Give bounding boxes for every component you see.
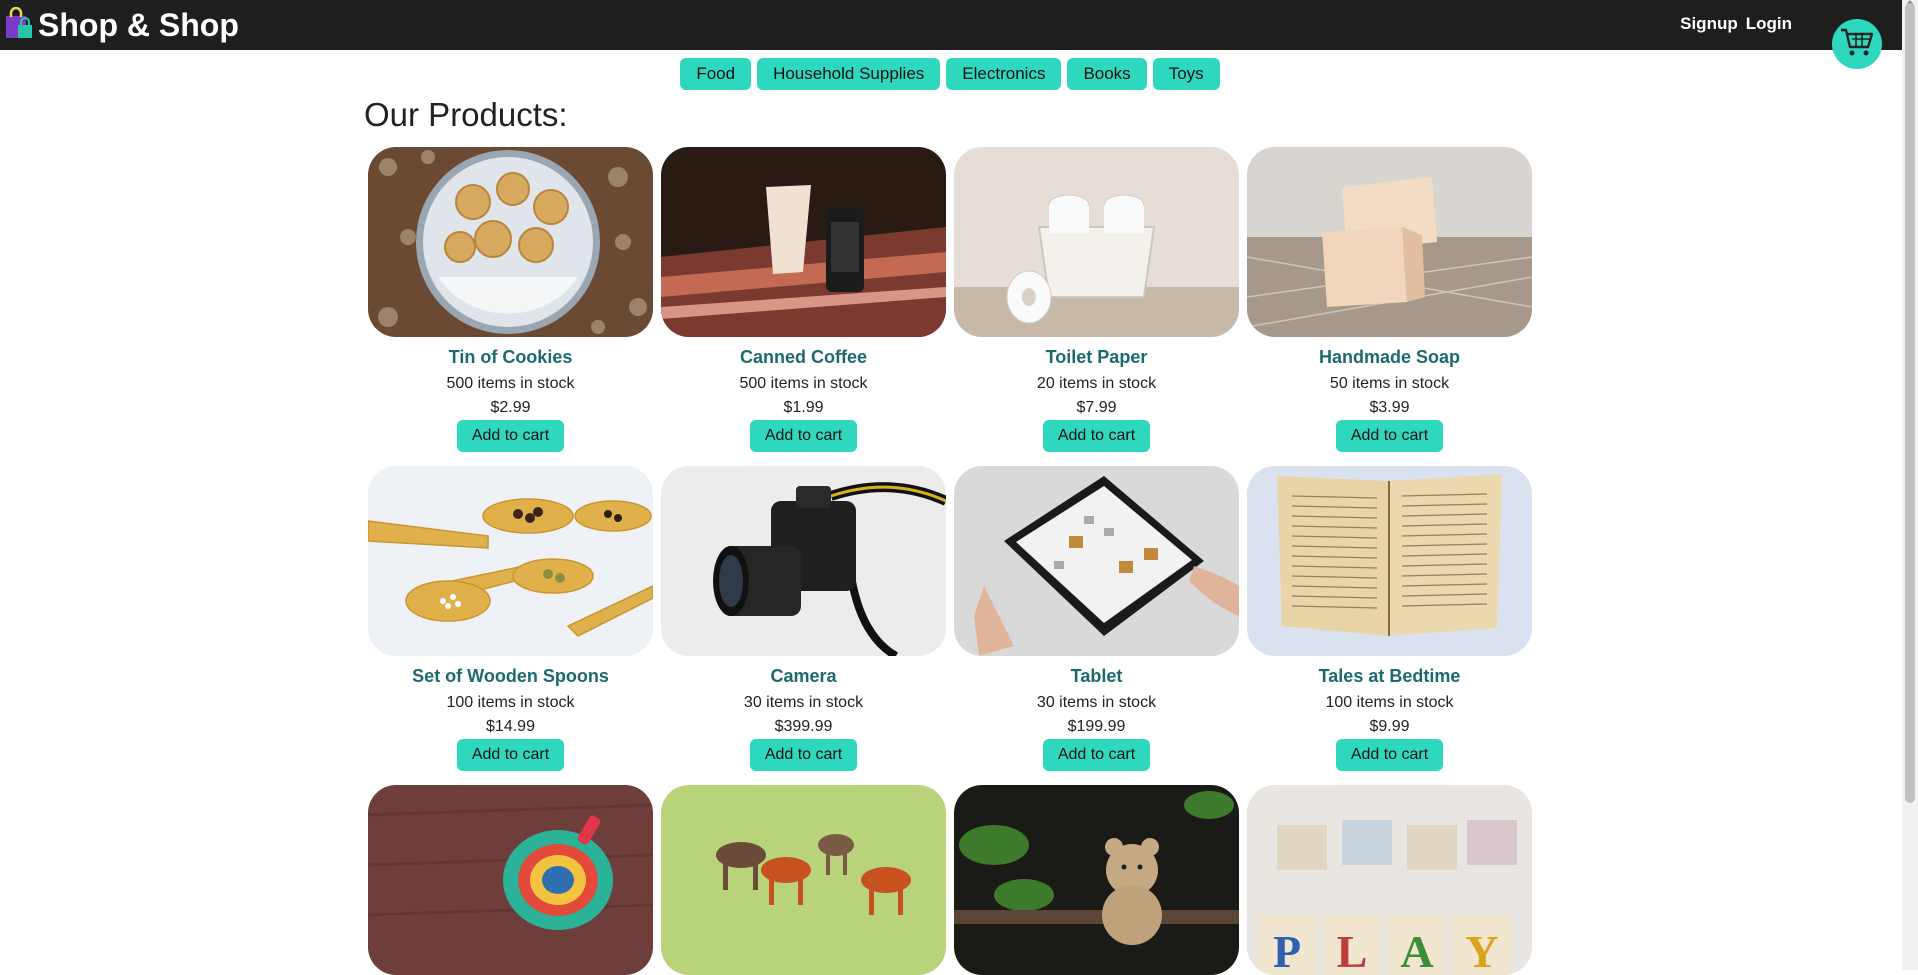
category-food-button[interactable]: Food	[680, 58, 752, 90]
product-image-play-blocks[interactable]: P L A Y	[1247, 785, 1532, 975]
category-bar: Food Household Supplies Electronics Book…	[0, 58, 1900, 90]
product-price: $1.99	[783, 399, 824, 416]
add-to-cart-button[interactable]: Add to cart	[749, 420, 858, 452]
product-image-toilet-paper[interactable]	[954, 147, 1239, 337]
brand-name: Shop & Shop	[38, 7, 239, 43]
product-image-wooden-spoons[interactable]	[368, 466, 653, 656]
product-image-tablet[interactable]	[954, 466, 1239, 656]
category-books-button[interactable]: Books	[1067, 58, 1147, 90]
product-image-book[interactable]	[1247, 466, 1532, 656]
product-grid: Tin of Cookies 500 items in stock $2.99 …	[368, 147, 1540, 975]
product-card: Tablet 30 items in stock $199.99 Add to …	[954, 466, 1239, 785]
block-letter-l: L	[1337, 926, 1368, 975]
product-title[interactable]: Toilet Paper	[954, 345, 1239, 369]
product-image-spinning-top[interactable]	[368, 785, 653, 975]
product-stock: 30 items in stock	[743, 694, 864, 711]
product-card: Toilet Paper 20 items in stock $7.99 Add…	[954, 147, 1239, 466]
product-title[interactable]: Camera	[661, 664, 946, 688]
signup-link[interactable]: Signup	[1680, 14, 1738, 34]
top-navbar: Shop & Shop Signup Login	[0, 0, 1918, 50]
product-image-handmade-soap[interactable]	[1247, 147, 1532, 337]
block-letter-y: Y	[1465, 926, 1498, 975]
product-card: Tin of Cookies 500 items in stock $2.99 …	[368, 147, 653, 466]
product-card: Camera 30 items in stock $399.99 Add to …	[661, 466, 946, 785]
add-to-cart-button[interactable]: Add to cart	[456, 739, 565, 771]
product-card: Set of Wooden Spoons 100 items in stock …	[368, 466, 653, 785]
product-card: Handmade Soap 50 items in stock $3.99 Ad…	[1247, 147, 1532, 466]
add-to-cart-button[interactable]: Add to cart	[1335, 739, 1444, 771]
block-letter-a: A	[1400, 926, 1433, 975]
brand-link[interactable]: Shop & Shop	[4, 6, 239, 44]
product-stock: 500 items in stock	[446, 375, 575, 392]
product-stock: 100 items in stock	[1325, 694, 1454, 711]
product-image-canned-coffee[interactable]	[661, 147, 946, 337]
product-card	[368, 785, 653, 975]
product-stock: 20 items in stock	[1036, 375, 1157, 392]
product-stock: 30 items in stock	[1036, 694, 1157, 711]
category-toys-button[interactable]: Toys	[1152, 58, 1220, 90]
product-price: $14.99	[486, 718, 535, 735]
product-price: $399.99	[774, 718, 833, 735]
product-image-teddy-bear[interactable]	[954, 785, 1239, 975]
add-to-cart-button[interactable]: Add to cart	[1335, 420, 1444, 452]
product-price: $199.99	[1067, 718, 1126, 735]
product-price: $3.99	[1369, 399, 1410, 416]
login-link[interactable]: Login	[1746, 14, 1792, 34]
add-to-cart-button[interactable]: Add to cart	[1042, 739, 1151, 771]
add-to-cart-button[interactable]: Add to cart	[456, 420, 565, 452]
product-title[interactable]: Set of Wooden Spoons	[368, 664, 653, 688]
product-title[interactable]: Handmade Soap	[1247, 345, 1532, 369]
add-to-cart-button[interactable]: Add to cart	[1042, 420, 1151, 452]
product-card	[661, 785, 946, 975]
product-card: Canned Coffee 500 items in stock $1.99 A…	[661, 147, 946, 466]
product-price: $9.99	[1369, 718, 1410, 735]
product-stock: 100 items in stock	[446, 694, 575, 711]
product-image-camera[interactable]	[661, 466, 946, 656]
product-card: Tales at Bedtime 100 items in stock $9.9…	[1247, 466, 1532, 785]
product-image-cookies[interactable]	[368, 147, 653, 337]
shopping-bag-icon	[4, 6, 34, 44]
auth-links: Signup Login	[1680, 14, 1792, 34]
product-title[interactable]: Canned Coffee	[661, 345, 946, 369]
scrollbar-thumb[interactable]	[1905, 3, 1915, 803]
product-card	[954, 785, 1239, 975]
product-price: $7.99	[1076, 399, 1117, 416]
page-scrollbar[interactable]	[1902, 0, 1918, 970]
add-to-cart-button[interactable]: Add to cart	[749, 739, 858, 771]
product-title[interactable]: Tin of Cookies	[368, 345, 653, 369]
product-image-toy-horses[interactable]	[661, 785, 946, 975]
product-price: $2.99	[490, 399, 531, 416]
products-heading: Our Products:	[364, 96, 568, 133]
block-letter-p: P	[1273, 926, 1301, 975]
product-title[interactable]: Tablet	[954, 664, 1239, 688]
category-electronics-button[interactable]: Electronics	[946, 58, 1062, 90]
product-card: P L A Y	[1247, 785, 1532, 975]
product-title[interactable]: Tales at Bedtime	[1247, 664, 1532, 688]
product-stock: 500 items in stock	[739, 375, 868, 392]
product-stock: 50 items in stock	[1329, 375, 1450, 392]
category-household-supplies-button[interactable]: Household Supplies	[757, 58, 941, 90]
